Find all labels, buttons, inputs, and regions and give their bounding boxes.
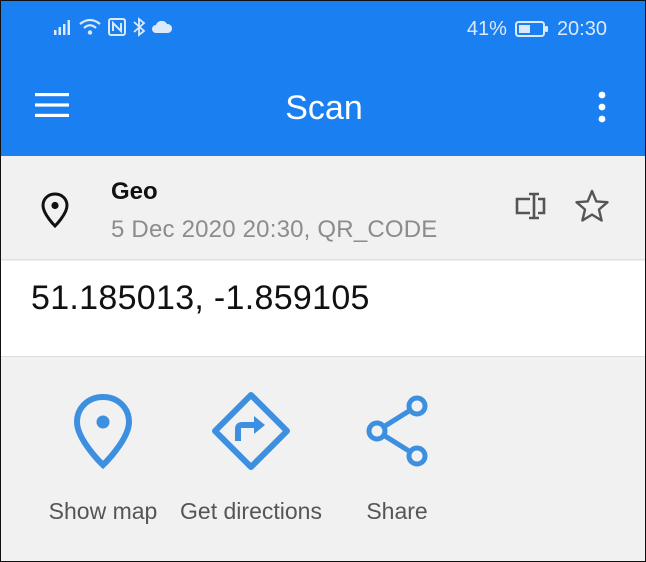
action-label: Get directions <box>180 498 322 524</box>
action-label: Show map <box>48 498 158 524</box>
actions-bar: Show map Get directions Share <box>1 358 645 561</box>
cloud-icon <box>152 20 173 33</box>
result-meta: 5 Dec 2020 20:30, QR_CODE <box>111 216 438 243</box>
get-directions-button[interactable]: Get directions <box>171 386 331 525</box>
action-label: Share <box>366 498 428 524</box>
star-icon <box>575 189 609 222</box>
battery-percent: 41% <box>466 18 507 40</box>
page-title: Scan <box>285 89 363 127</box>
share-icon <box>366 395 428 467</box>
toolbar: Scan <box>1 59 645 156</box>
action-icon <box>23 386 183 476</box>
clock: 20:30 <box>556 18 607 40</box>
directions-icon <box>212 392 290 470</box>
map-pin-icon <box>73 393 133 469</box>
action-icon <box>171 386 331 476</box>
share-button[interactable]: Share <box>317 386 477 525</box>
result-value[interactable]: 51.185013, -1.859105 <box>31 279 370 318</box>
battery-icon <box>514 21 548 37</box>
wifi-icon <box>79 18 101 35</box>
app-screen: 41% 20:30 Scan Geo 5 Dec 2020 20:30, QR_… <box>0 0 646 562</box>
edit-button[interactable] <box>509 186 555 226</box>
result-header: Geo 5 Dec 2020 20:30, QR_CODE <box>1 156 645 260</box>
app-header: 41% 20:30 Scan <box>1 1 645 156</box>
show-map-button[interactable]: Show map <box>23 386 183 525</box>
signal-icon <box>54 20 70 35</box>
result-type-title: Geo <box>111 178 158 205</box>
bluetooth-icon <box>133 17 146 37</box>
edit-text-icon <box>515 192 546 220</box>
nfc-icon <box>108 18 126 36</box>
status-right: 41% 20:30 <box>467 17 607 41</box>
action-icon <box>317 386 477 476</box>
more-vertical-icon <box>598 91 606 123</box>
favorite-button[interactable] <box>569 186 615 226</box>
status-bar: 41% 20:30 <box>1 1 645 59</box>
more-options-button[interactable] <box>585 85 619 129</box>
location-pin-icon <box>41 192 69 228</box>
result-type-icon-wrap <box>35 190 75 230</box>
result-content: 51.185013, -1.859105 <box>1 261 645 357</box>
status-icons <box>53 17 173 37</box>
